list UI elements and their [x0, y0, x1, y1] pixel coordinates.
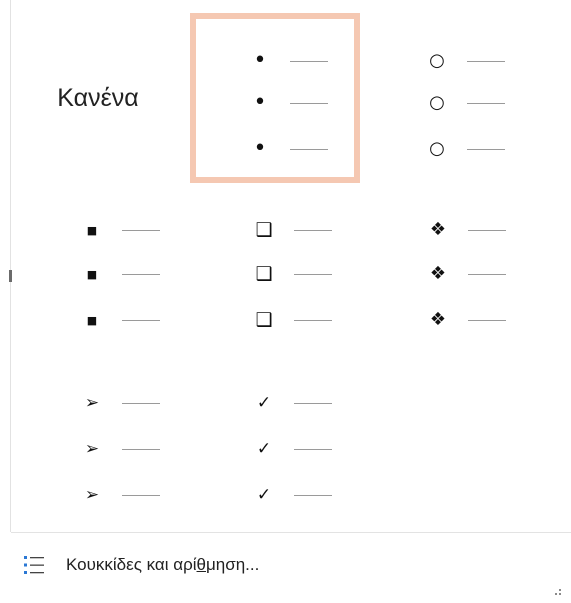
preview-line: [467, 148, 505, 150]
bullet-glyph: ■: [86, 313, 98, 327]
bullet-option-arrowhead[interactable]: ➢ ➢ ➢: [20, 365, 190, 535]
bullet-option-hollow-square[interactable]: ❑ ❑ ❑: [200, 190, 370, 360]
preview-line: [290, 60, 328, 62]
bullet-option-four-diamonds[interactable]: ❖ ❖ ❖: [380, 190, 550, 360]
bullet-glyph: •: [253, 136, 267, 161]
preview-line: [122, 319, 160, 321]
define-bullets-label: Κουκκίδες και αρίθμηση...: [66, 555, 260, 574]
preview-line: [294, 402, 332, 404]
bullet-option-small-dot[interactable]: • • •: [190, 13, 360, 183]
bullet-glyph: ■: [86, 223, 98, 237]
bullet-option-none[interactable]: Κανένα: [20, 13, 190, 183]
preview-line: [290, 102, 328, 104]
resize-grip-icon[interactable]: [551, 587, 563, 599]
panel-left-edge: [10, 0, 11, 532]
bullet-glyph: •: [253, 90, 267, 115]
preview-line: [294, 273, 332, 275]
bullet-glyph: ➢: [84, 392, 100, 413]
bullet-glyph: ❑: [255, 308, 273, 331]
bullet-glyph: ❑: [255, 218, 273, 241]
bullet-option-square[interactable]: ■ ■ ■: [20, 190, 190, 360]
preview-line: [294, 494, 332, 496]
preview-line: [467, 102, 505, 104]
preview-line: [122, 448, 160, 450]
preview-line: [468, 229, 506, 231]
bullet-glyph: ❖: [429, 309, 447, 330]
bullet-glyph: ✓: [256, 392, 272, 413]
bullet-glyph: ○: [429, 92, 445, 113]
preview-line: [290, 148, 328, 150]
bullet-glyph: ❖: [429, 219, 447, 240]
define-bullets-menu-item[interactable]: Κουκκίδες και αρίθμηση...: [22, 547, 259, 583]
preview-line: [122, 494, 160, 496]
preview-line: [468, 273, 506, 275]
bullet-glyph: ➢: [84, 438, 100, 459]
bullet-glyph: ○: [429, 50, 445, 71]
bullet-glyph: ➢: [84, 484, 100, 505]
bullet-option-checkmark[interactable]: ✓ ✓ ✓: [200, 365, 370, 535]
bullet-glyph: •: [253, 48, 267, 73]
bullet-glyph: ✓: [256, 438, 272, 459]
preview-line: [122, 229, 160, 231]
preview-line: [122, 402, 160, 404]
bullet-glyph: ○: [429, 138, 445, 159]
preview-line: [467, 60, 505, 62]
preview-line: [294, 319, 332, 321]
bullet-glyph: ❑: [255, 262, 273, 285]
bullet-option-hollow-circle[interactable]: ○ ○ ○: [375, 13, 545, 183]
bullet-glyph: ■: [86, 267, 98, 281]
bullet-glyph: ✓: [256, 484, 272, 505]
preview-line: [468, 319, 506, 321]
preview-line: [294, 229, 332, 231]
none-label: Κανένα: [57, 83, 139, 112]
panel-edge-marker: [9, 270, 12, 282]
bullet-glyph: ❖: [429, 263, 447, 284]
preview-line: [122, 273, 160, 275]
preview-line: [294, 448, 332, 450]
bullet-list-icon: [22, 553, 46, 577]
menu-divider: [11, 532, 571, 533]
